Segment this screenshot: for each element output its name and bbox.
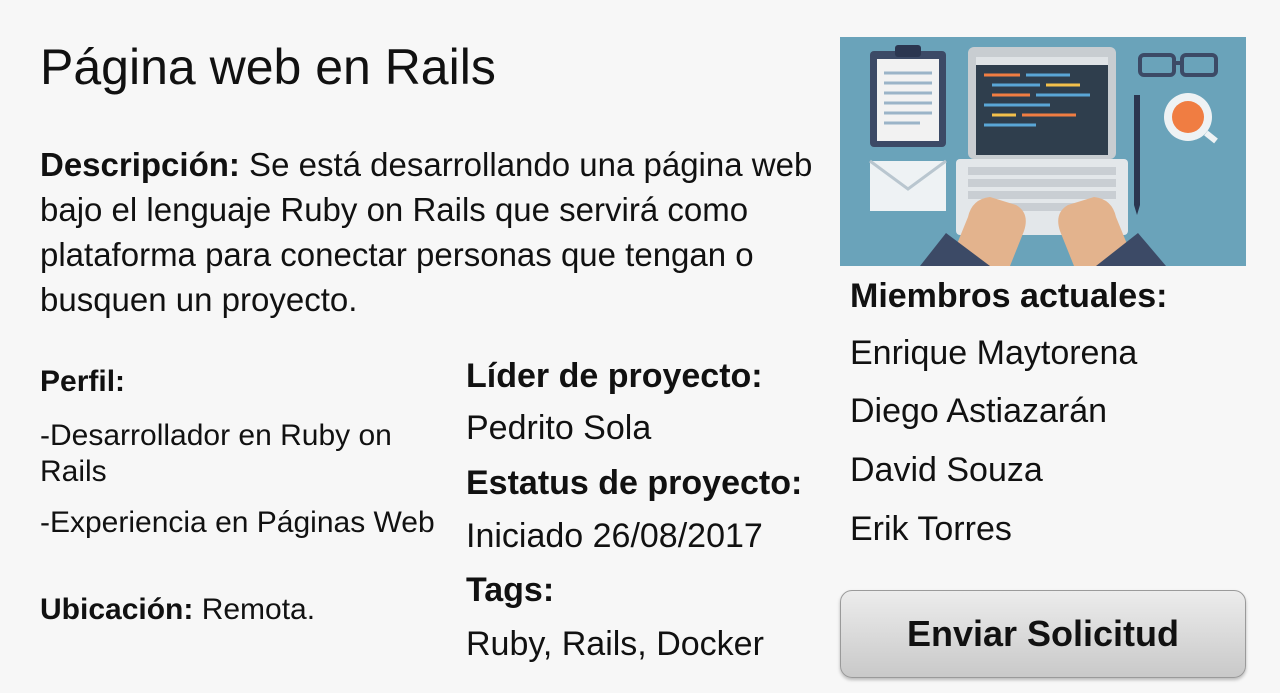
- location-label: Ubicación:: [40, 593, 194, 626]
- profile-item: -Desarrollador en Ruby on Rails: [40, 419, 392, 488]
- location: Ubicación: Remota.: [40, 592, 460, 628]
- profile-label: Perfil:: [40, 365, 126, 398]
- members-label: Miembros actuales:: [850, 277, 1168, 315]
- description-label: Descripción:: [40, 146, 240, 183]
- member-item: David Souza: [850, 451, 1043, 489]
- location-value: Remota.: [193, 593, 316, 626]
- leader-value: Pedrito Sola: [466, 409, 652, 447]
- developer-laptop-illustration-icon: [840, 37, 1246, 266]
- tags-label: Tags:: [466, 571, 555, 609]
- member-item: Diego Astiazarán: [850, 392, 1108, 430]
- status-label: Estatus de proyecto:: [466, 464, 803, 502]
- profile-item: -Experiencia en Páginas Web: [40, 506, 435, 539]
- tags-value: Ruby, Rails, Docker: [466, 625, 764, 663]
- member-item: Erik Torres: [850, 510, 1012, 548]
- description: Descripción: Se está desarrollando una p…: [40, 142, 830, 322]
- send-request-button[interactable]: Enviar Solicitud: [840, 590, 1246, 678]
- leader-label: Líder de proyecto:: [466, 357, 763, 395]
- status-value: Iniciado 26/08/2017: [466, 517, 763, 555]
- member-item: Enrique Maytorena: [850, 334, 1138, 372]
- page-title: Página web en Rails: [40, 39, 496, 95]
